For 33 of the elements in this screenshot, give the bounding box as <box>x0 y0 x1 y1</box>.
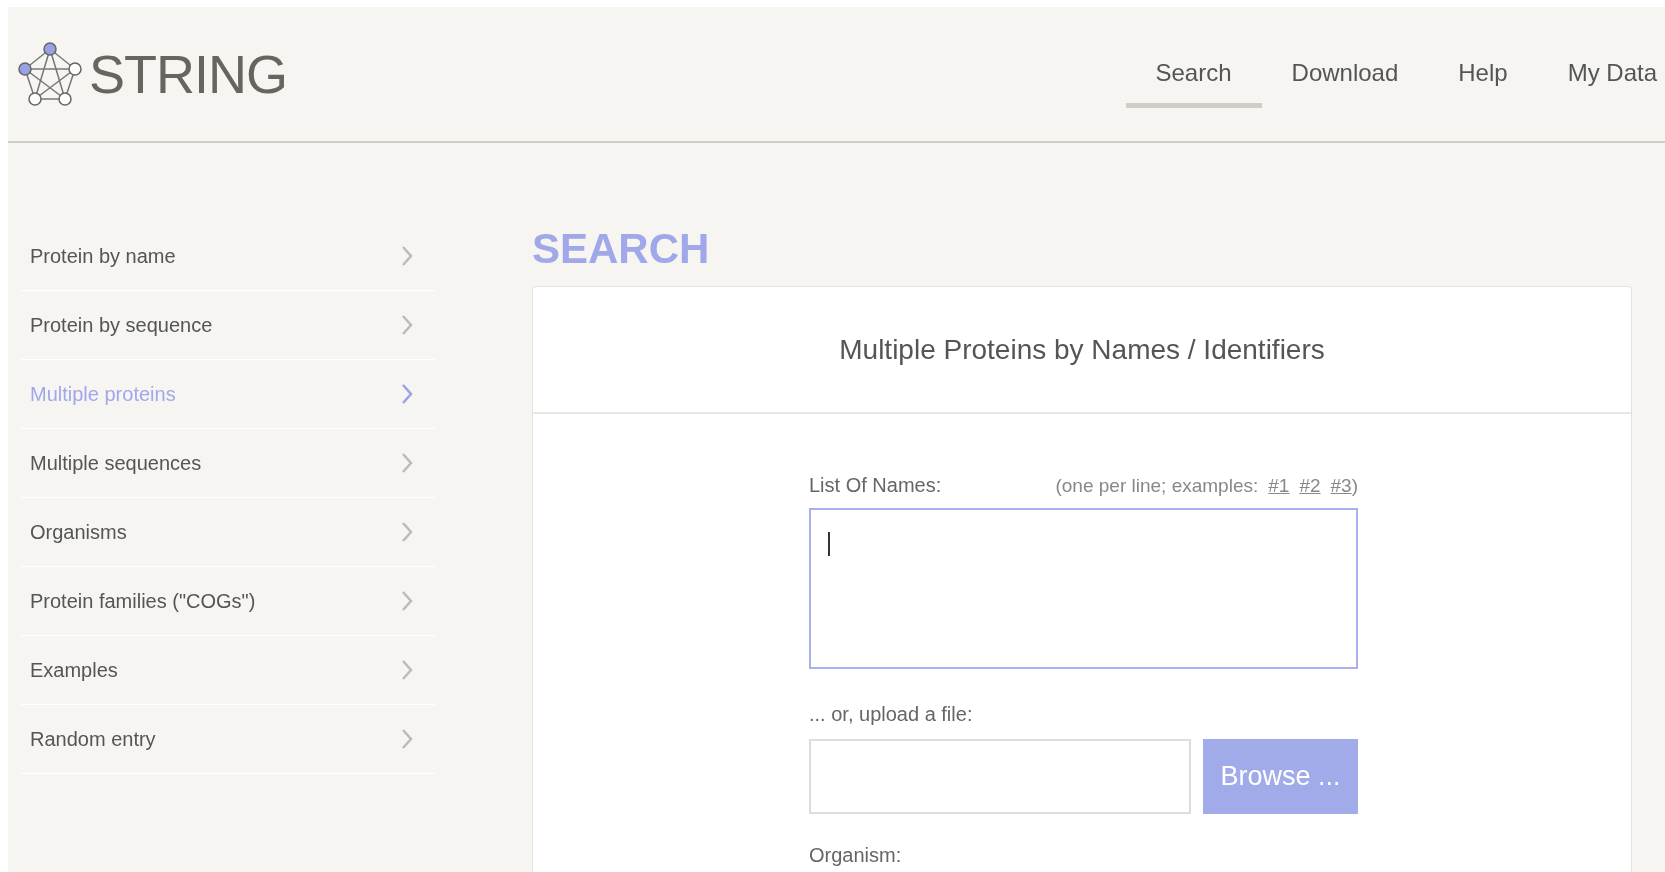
network-logo-icon <box>17 41 83 107</box>
chevron-right-icon <box>401 314 413 336</box>
card-title: Multiple Proteins by Names / Identifiers <box>533 287 1631 414</box>
organism-label: Organism: <box>809 844 903 867</box>
nav-tab[interactable]: My Data <box>1537 46 1665 108</box>
chevron-right-icon <box>401 728 413 750</box>
sidebar-item[interactable]: Protein families ("COGs") <box>21 567 435 636</box>
hint-text: (one per line; examples: #1 #2 #3) <box>1055 475 1358 497</box>
example-link[interactable]: #2 <box>1299 475 1321 496</box>
nav-tab[interactable]: Download <box>1261 46 1429 108</box>
page-heading: SEARCH <box>532 228 711 270</box>
chevron-right-icon <box>401 245 413 267</box>
sidebar-item[interactable]: Random entry <box>21 705 435 774</box>
sidebar-item[interactable]: Organisms <box>21 498 435 567</box>
file-input-field[interactable] <box>809 739 1191 814</box>
text-cursor <box>828 532 830 556</box>
example-link[interactable]: #3 <box>1330 475 1352 496</box>
example-link[interactable]: #1 <box>1268 475 1290 496</box>
chevron-right-icon <box>401 521 413 543</box>
chevron-right-icon <box>401 452 413 474</box>
sidebar-item[interactable]: Examples <box>21 636 435 705</box>
chevron-right-icon <box>401 383 413 405</box>
nav-tab[interactable]: Help <box>1428 46 1538 108</box>
sidebar-item[interactable]: Multiple sequences <box>21 429 435 498</box>
names-input-field[interactable] <box>809 508 1358 669</box>
nav-tab[interactable]: Search <box>1125 46 1262 108</box>
upload-label: ... or, upload a file: <box>809 703 974 726</box>
sidebar-item[interactable]: Protein by name <box>21 222 435 291</box>
chevron-right-icon <box>401 659 413 681</box>
sidebar-item[interactable]: Protein by sequence <box>21 291 435 360</box>
chevron-right-icon <box>401 590 413 612</box>
field-label: List Of Names: <box>809 474 942 497</box>
logo-text: STRING <box>89 43 287 105</box>
